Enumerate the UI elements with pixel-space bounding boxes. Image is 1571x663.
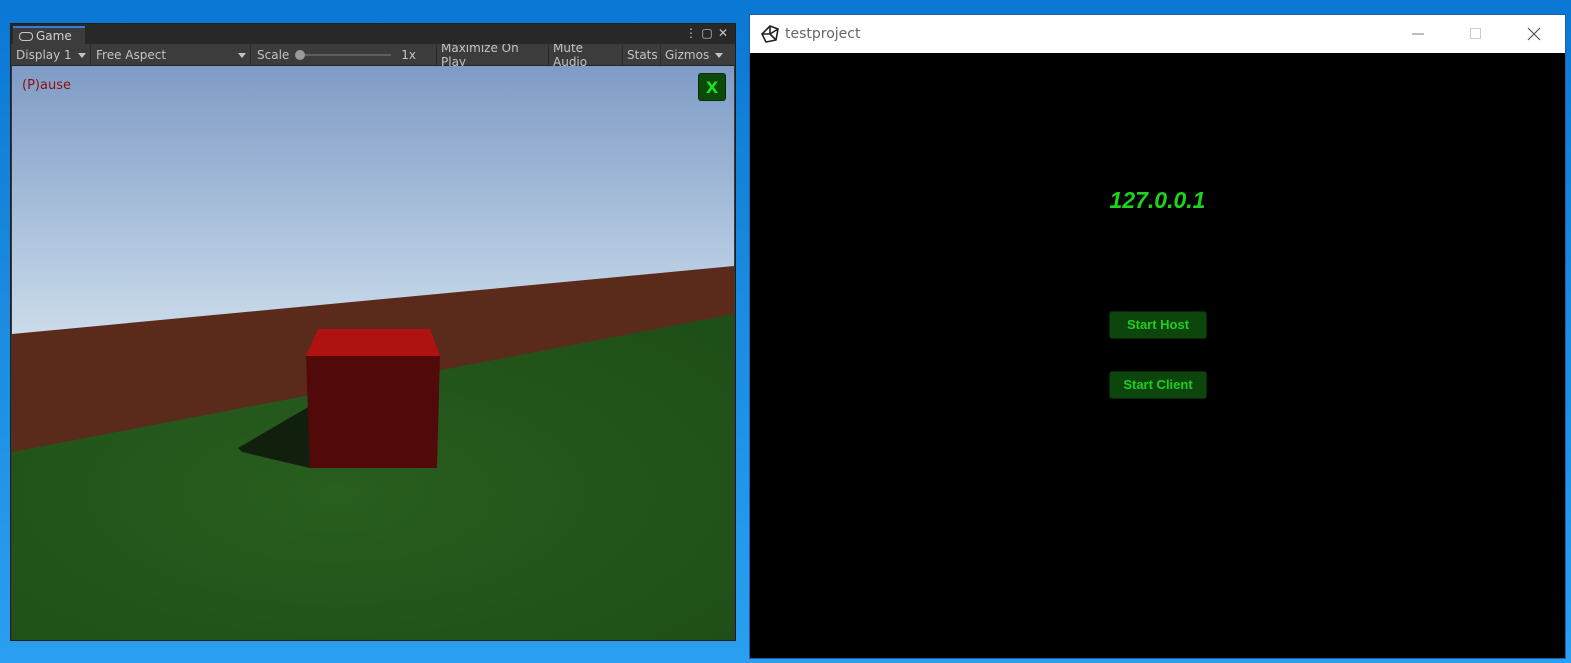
minimize-button[interactable]	[1389, 15, 1447, 53]
tab-controls: ⋮ ▢ ✕	[683, 26, 731, 40]
minimize-icon	[1412, 33, 1424, 35]
chevron-down-icon	[238, 52, 246, 58]
stats-label: Stats	[627, 47, 658, 62]
chevron-down-icon	[78, 52, 86, 58]
testproject-window: testproject 127.0.0.1 Start Host Start C…	[750, 15, 1565, 658]
more-options-icon[interactable]: ⋮	[683, 26, 699, 40]
maximize-on-play-label: Maximize On Play	[441, 40, 519, 69]
game-toolbar: Display 1 Free Aspect Scale 1x Maximize …	[11, 41, 735, 69]
scale-slider[interactable]	[295, 49, 392, 60]
scale-control: Scale 1x	[251, 44, 437, 65]
tab-game-label: Game	[36, 29, 72, 43]
maximize-icon	[1470, 28, 1481, 39]
stats-button[interactable]: Stats	[623, 44, 661, 65]
aspect-select[interactable]: Free Aspect	[91, 44, 251, 65]
gizmos-menu-button[interactable]	[709, 45, 727, 65]
close-icon	[1527, 27, 1541, 41]
close-panel-icon[interactable]: ✕	[715, 26, 731, 40]
gamepad-icon	[19, 32, 33, 41]
display-select[interactable]: Display 1	[11, 44, 91, 65]
close-overlay-button[interactable]: X	[698, 73, 726, 101]
gizmos-label: Gizmos	[665, 47, 710, 62]
window-title: testproject	[785, 26, 861, 42]
close-button[interactable]	[1505, 15, 1563, 53]
maximize-on-play-button[interactable]: Maximize On Play	[437, 41, 549, 69]
tab-bar: Game ⋮ ▢ ✕	[11, 24, 735, 44]
scale-label: Scale	[257, 47, 290, 62]
unity-logo-icon	[761, 25, 779, 43]
cube-front	[306, 356, 440, 468]
mute-audio-label: Mute Audio	[553, 40, 588, 69]
unity-game-panel: Game ⋮ ▢ ✕ Display 1 Free Aspect Scale 1x …	[10, 23, 736, 641]
display-select-value: Display 1	[16, 47, 72, 62]
ip-address-label: 127.0.0.1	[1109, 187, 1206, 213]
gizmos-button[interactable]: Gizmos	[661, 45, 709, 65]
scene-render	[12, 66, 734, 640]
maximize-button[interactable]	[1447, 15, 1505, 53]
game-viewport[interactable]: (P)ause X	[12, 66, 734, 640]
start-client-button[interactable]: Start Client	[1109, 371, 1207, 399]
scale-value: 1x	[401, 47, 417, 62]
tab-game[interactable]: Game	[13, 26, 85, 44]
mute-audio-button[interactable]: Mute Audio	[549, 41, 623, 69]
chevron-down-icon	[715, 52, 723, 58]
maximize-panel-icon[interactable]: ▢	[699, 26, 715, 40]
scale-slider-handle[interactable]	[295, 49, 306, 60]
title-bar: testproject	[750, 15, 1565, 53]
start-host-button[interactable]: Start Host	[1109, 311, 1207, 339]
pause-label: (P)ause	[22, 78, 71, 93]
cube-top	[306, 329, 440, 356]
aspect-select-value: Free Aspect	[96, 47, 167, 62]
